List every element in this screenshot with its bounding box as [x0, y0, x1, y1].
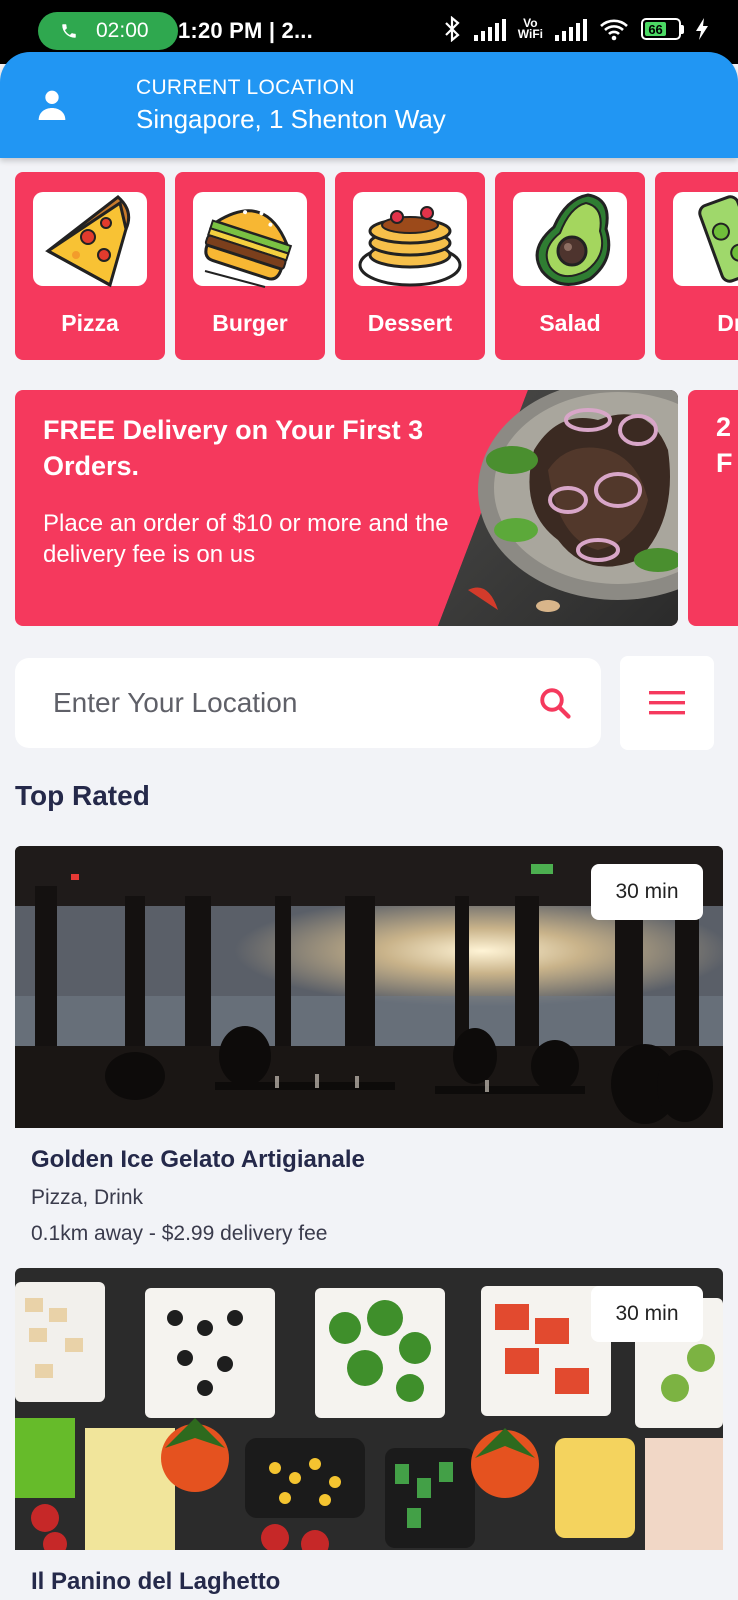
avocado-icon	[513, 192, 627, 286]
category-dessert[interactable]: Dessert	[335, 172, 485, 360]
section-title: Top Rated	[15, 780, 150, 811]
restaurant-name[interactable]: Il Panino del Laghetto	[31, 1568, 723, 1596]
current-location-value[interactable]: Singapore, 1 Shenton Way	[136, 104, 446, 135]
category-label: Dr	[717, 310, 738, 336]
vowifi-bottom: WiFi	[517, 27, 543, 41]
category-salad[interactable]: Salad	[495, 172, 645, 360]
category-pizza[interactable]: Pizza	[15, 172, 165, 360]
search-icon[interactable]	[537, 685, 573, 721]
wifi-icon	[600, 19, 628, 41]
burger-icon	[193, 192, 307, 288]
location-search-box[interactable]	[15, 658, 601, 748]
promo-next-peek: 2	[716, 412, 732, 442]
call-indicator[interactable]: 02:00	[38, 12, 178, 50]
drink-icon	[673, 192, 738, 286]
eta-badge: 30 min	[591, 1286, 703, 1342]
restaurant-meta: 0.1km away - $2.99 delivery fee	[31, 1222, 328, 1245]
filter-menu-button[interactable]	[620, 656, 714, 750]
battery-level: 66	[645, 22, 667, 37]
restaurant-card[interactable]: 30 min Il Panino del Laghetto	[15, 1268, 723, 1596]
location-header[interactable]: CURRENT LOCATION Singapore, 1 Shenton Wa…	[0, 52, 738, 158]
restaurant-name[interactable]: Golden Ice Gelato Artigianale	[31, 1146, 723, 1174]
category-label: Salad	[539, 310, 601, 336]
eta-badge: 30 min	[591, 864, 703, 920]
promo-food-photo	[438, 390, 678, 626]
promo-card[interactable]: FREE Delivery on Your First 3 Orders. Pl…	[15, 390, 678, 626]
vowifi-icon: Vo WiFi	[517, 17, 543, 41]
signal-icon-2	[555, 17, 587, 41]
category-label: Pizza	[61, 310, 119, 336]
promo-title: FREE Delivery on Your First 3 Orders.	[43, 415, 424, 481]
search-input[interactable]	[15, 658, 601, 748]
bluetooth-icon	[445, 16, 460, 42]
restaurant-photo[interactable]: 30 min	[15, 1268, 723, 1550]
promo-card-next[interactable]: 2 F	[688, 390, 738, 626]
pizza-icon	[33, 192, 147, 288]
promo-subtitle: Place an order of $10 or more and the de…	[43, 510, 449, 568]
restaurant-photo[interactable]: 30 min	[15, 846, 723, 1128]
phone-icon	[62, 24, 76, 38]
category-label: Dessert	[367, 310, 453, 336]
promo-next-peek: F	[716, 448, 733, 478]
call-timer: 02:00	[96, 19, 149, 42]
battery-icon: 66	[641, 18, 684, 40]
category-label: Burger	[212, 310, 288, 336]
status-time: 1:20 PM | 2...	[178, 18, 313, 43]
menu-icon	[649, 691, 685, 715]
category-burger[interactable]: Burger	[175, 172, 325, 360]
pancake-icon	[353, 192, 467, 287]
promo-carousel[interactable]: FREE Delivery on Your First 3 Orders. Pl…	[15, 390, 738, 626]
charging-icon	[696, 18, 708, 40]
category-drink[interactable]: Dr	[655, 172, 738, 360]
restaurant-card[interactable]: 30 min Golden Ice Gelato Artigianale Piz…	[15, 846, 723, 1246]
current-location-label: CURRENT LOCATION	[136, 76, 355, 99]
restaurant-tags: Pizza, Drink	[31, 1186, 144, 1209]
user-icon[interactable]	[36, 88, 68, 120]
category-carousel[interactable]: Pizza Burger Dessert Salad D	[15, 172, 738, 362]
signal-icon	[473, 17, 506, 41]
